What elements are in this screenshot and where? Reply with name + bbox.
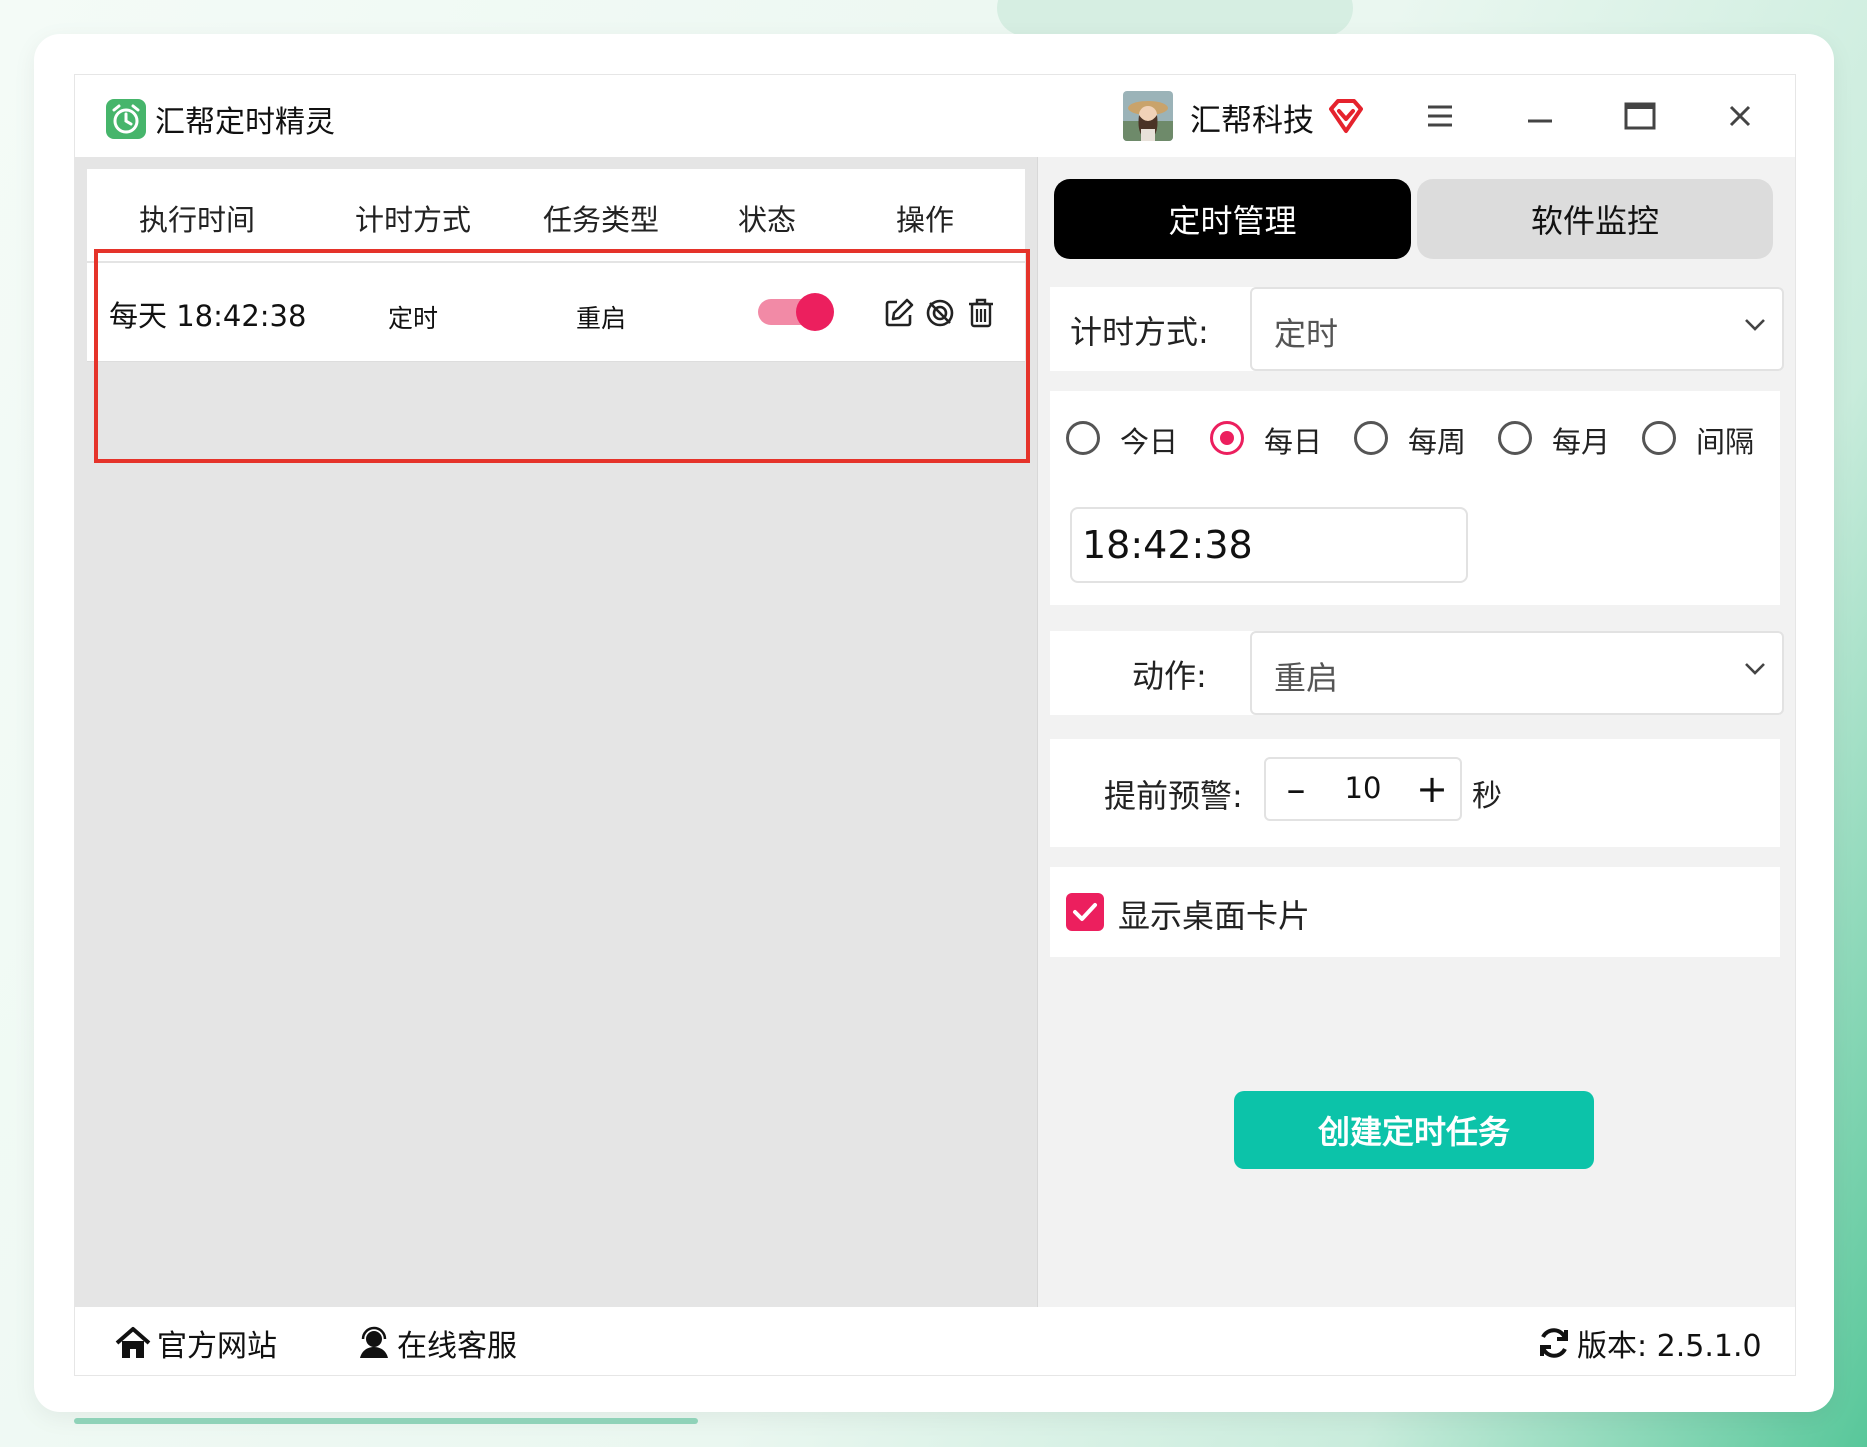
radio-label: 间隔	[1696, 425, 1755, 459]
radio-circle	[1066, 421, 1100, 455]
radio-label: 今日	[1120, 425, 1179, 459]
online-support-label: 在线客服	[397, 1329, 517, 1364]
user-avatar[interactable]	[1123, 91, 1173, 141]
action-select[interactable]: 重启	[1250, 631, 1784, 715]
online-support-link[interactable]: 在线客服	[357, 1321, 517, 1365]
radio-weekly[interactable]: 每周	[1354, 419, 1474, 463]
radio-circle	[1354, 421, 1388, 455]
home-icon	[115, 1327, 151, 1358]
settings-panel: 定时管理 软件监控 计时方式: 定时 今日 每日 每周 每月 间隔 18:42:…	[1038, 157, 1795, 1307]
radio-circle	[1642, 421, 1676, 455]
disable-icon[interactable]	[924, 297, 956, 329]
radio-label: 每月	[1552, 425, 1611, 459]
column-header-actions: 操作	[895, 203, 954, 237]
timing-mode-row: 计时方式: 定时	[1050, 287, 1784, 371]
warning-value[interactable]: 10	[1326, 771, 1400, 805]
timing-mode-label: 计时方式:	[1070, 313, 1209, 351]
vip-diamond-icon[interactable]	[1327, 97, 1365, 135]
radio-today[interactable]: 今日	[1066, 419, 1186, 463]
minimize-button[interactable]	[1515, 93, 1565, 143]
footer: 官方网站 在线客服 版本: 2.5.1.0	[75, 1307, 1795, 1375]
radio-label: 每日	[1264, 425, 1323, 459]
support-agent-icon	[360, 1326, 388, 1358]
show-card-row: 显示桌面卡片	[1050, 867, 1780, 957]
task-list-panel: 执行时间 计时方式 任务类型 状态 操作 每天 18:42:38 定时 重启	[75, 157, 1038, 1307]
scroll-indicator	[74, 1418, 698, 1424]
chevron-down-icon	[1744, 661, 1766, 680]
menu-icon	[1426, 104, 1454, 132]
toggle-knob	[796, 293, 834, 331]
company-name: 汇帮科技	[1190, 103, 1314, 139]
table-row[interactable]: 每天 18:42:38 定时 重启	[87, 263, 1025, 362]
status-toggle[interactable]	[758, 293, 834, 331]
decrement-button[interactable]: –	[1268, 759, 1324, 819]
column-header-exec-time: 执行时间	[138, 203, 255, 237]
check-icon	[1073, 903, 1097, 921]
create-task-button[interactable]: 创建定时任务	[1234, 1091, 1594, 1169]
version-info[interactable]: 版本: 2.5.1.0	[1537, 1321, 1762, 1365]
table-header: 执行时间 计时方式 任务类型 状态 操作	[87, 169, 1025, 263]
column-header-status: 状态	[737, 203, 796, 237]
warning-unit: 秒	[1472, 779, 1502, 814]
app-window: 汇帮定时精灵 汇帮科技 执行时间 计时方式 任务类型 状态 操作 每天 18:4…	[74, 74, 1796, 1376]
version-label: 版本: 2.5.1.0	[1577, 1329, 1762, 1364]
cell-exec-time: 每天 18:42:38	[109, 299, 307, 333]
action-label: 动作:	[1132, 657, 1207, 695]
show-card-checkbox[interactable]	[1066, 893, 1104, 931]
warning-label: 提前预警:	[1104, 777, 1243, 815]
background-blob	[997, 0, 1353, 36]
app-title: 汇帮定时精灵	[155, 105, 335, 140]
official-website-link[interactable]: 官方网站	[115, 1321, 277, 1365]
tab-timer-management[interactable]: 定时管理	[1054, 179, 1411, 259]
close-button[interactable]	[1715, 93, 1765, 143]
action-row: 动作: 重启	[1050, 631, 1784, 715]
tab-software-monitor[interactable]: 软件监控	[1417, 179, 1773, 259]
radio-label: 每周	[1408, 425, 1467, 459]
radio-daily[interactable]: 每日	[1210, 419, 1330, 463]
column-header-timing-mode: 计时方式	[354, 203, 471, 237]
minimize-icon	[1527, 109, 1553, 128]
edit-icon[interactable]	[883, 297, 915, 329]
action-value: 重启	[1274, 659, 1339, 697]
timing-mode-value: 定时	[1274, 315, 1339, 353]
show-card-label: 显示桌面卡片	[1118, 897, 1311, 935]
delete-icon[interactable]	[965, 297, 997, 329]
maximize-icon	[1624, 102, 1656, 134]
time-input[interactable]	[1070, 507, 1468, 583]
maximize-button[interactable]	[1615, 93, 1665, 143]
radio-circle	[1210, 421, 1244, 455]
cell-task-type: 重启	[575, 304, 626, 333]
chevron-down-icon	[1744, 317, 1766, 336]
warning-row: 提前预警: – 10 + 秒	[1050, 739, 1780, 847]
radio-interval[interactable]: 间隔	[1642, 419, 1762, 463]
timing-mode-select[interactable]: 定时	[1250, 287, 1784, 371]
radio-circle	[1498, 421, 1532, 455]
column-header-task-type: 任务类型	[542, 203, 659, 237]
cell-timing-mode: 定时	[387, 304, 438, 333]
menu-button[interactable]	[1415, 93, 1465, 143]
radio-monthly[interactable]: 每月	[1498, 419, 1618, 463]
official-website-label: 官方网站	[157, 1329, 277, 1364]
frequency-row: 今日 每日 每周 每月 间隔	[1050, 391, 1780, 605]
increment-button[interactable]: +	[1404, 759, 1460, 819]
close-icon	[1728, 104, 1752, 132]
alarm-clock-icon	[106, 99, 146, 139]
title-bar: 汇帮定时精灵 汇帮科技	[75, 75, 1795, 157]
refresh-icon	[1540, 1328, 1568, 1358]
warning-stepper[interactable]: – 10 +	[1264, 757, 1462, 821]
